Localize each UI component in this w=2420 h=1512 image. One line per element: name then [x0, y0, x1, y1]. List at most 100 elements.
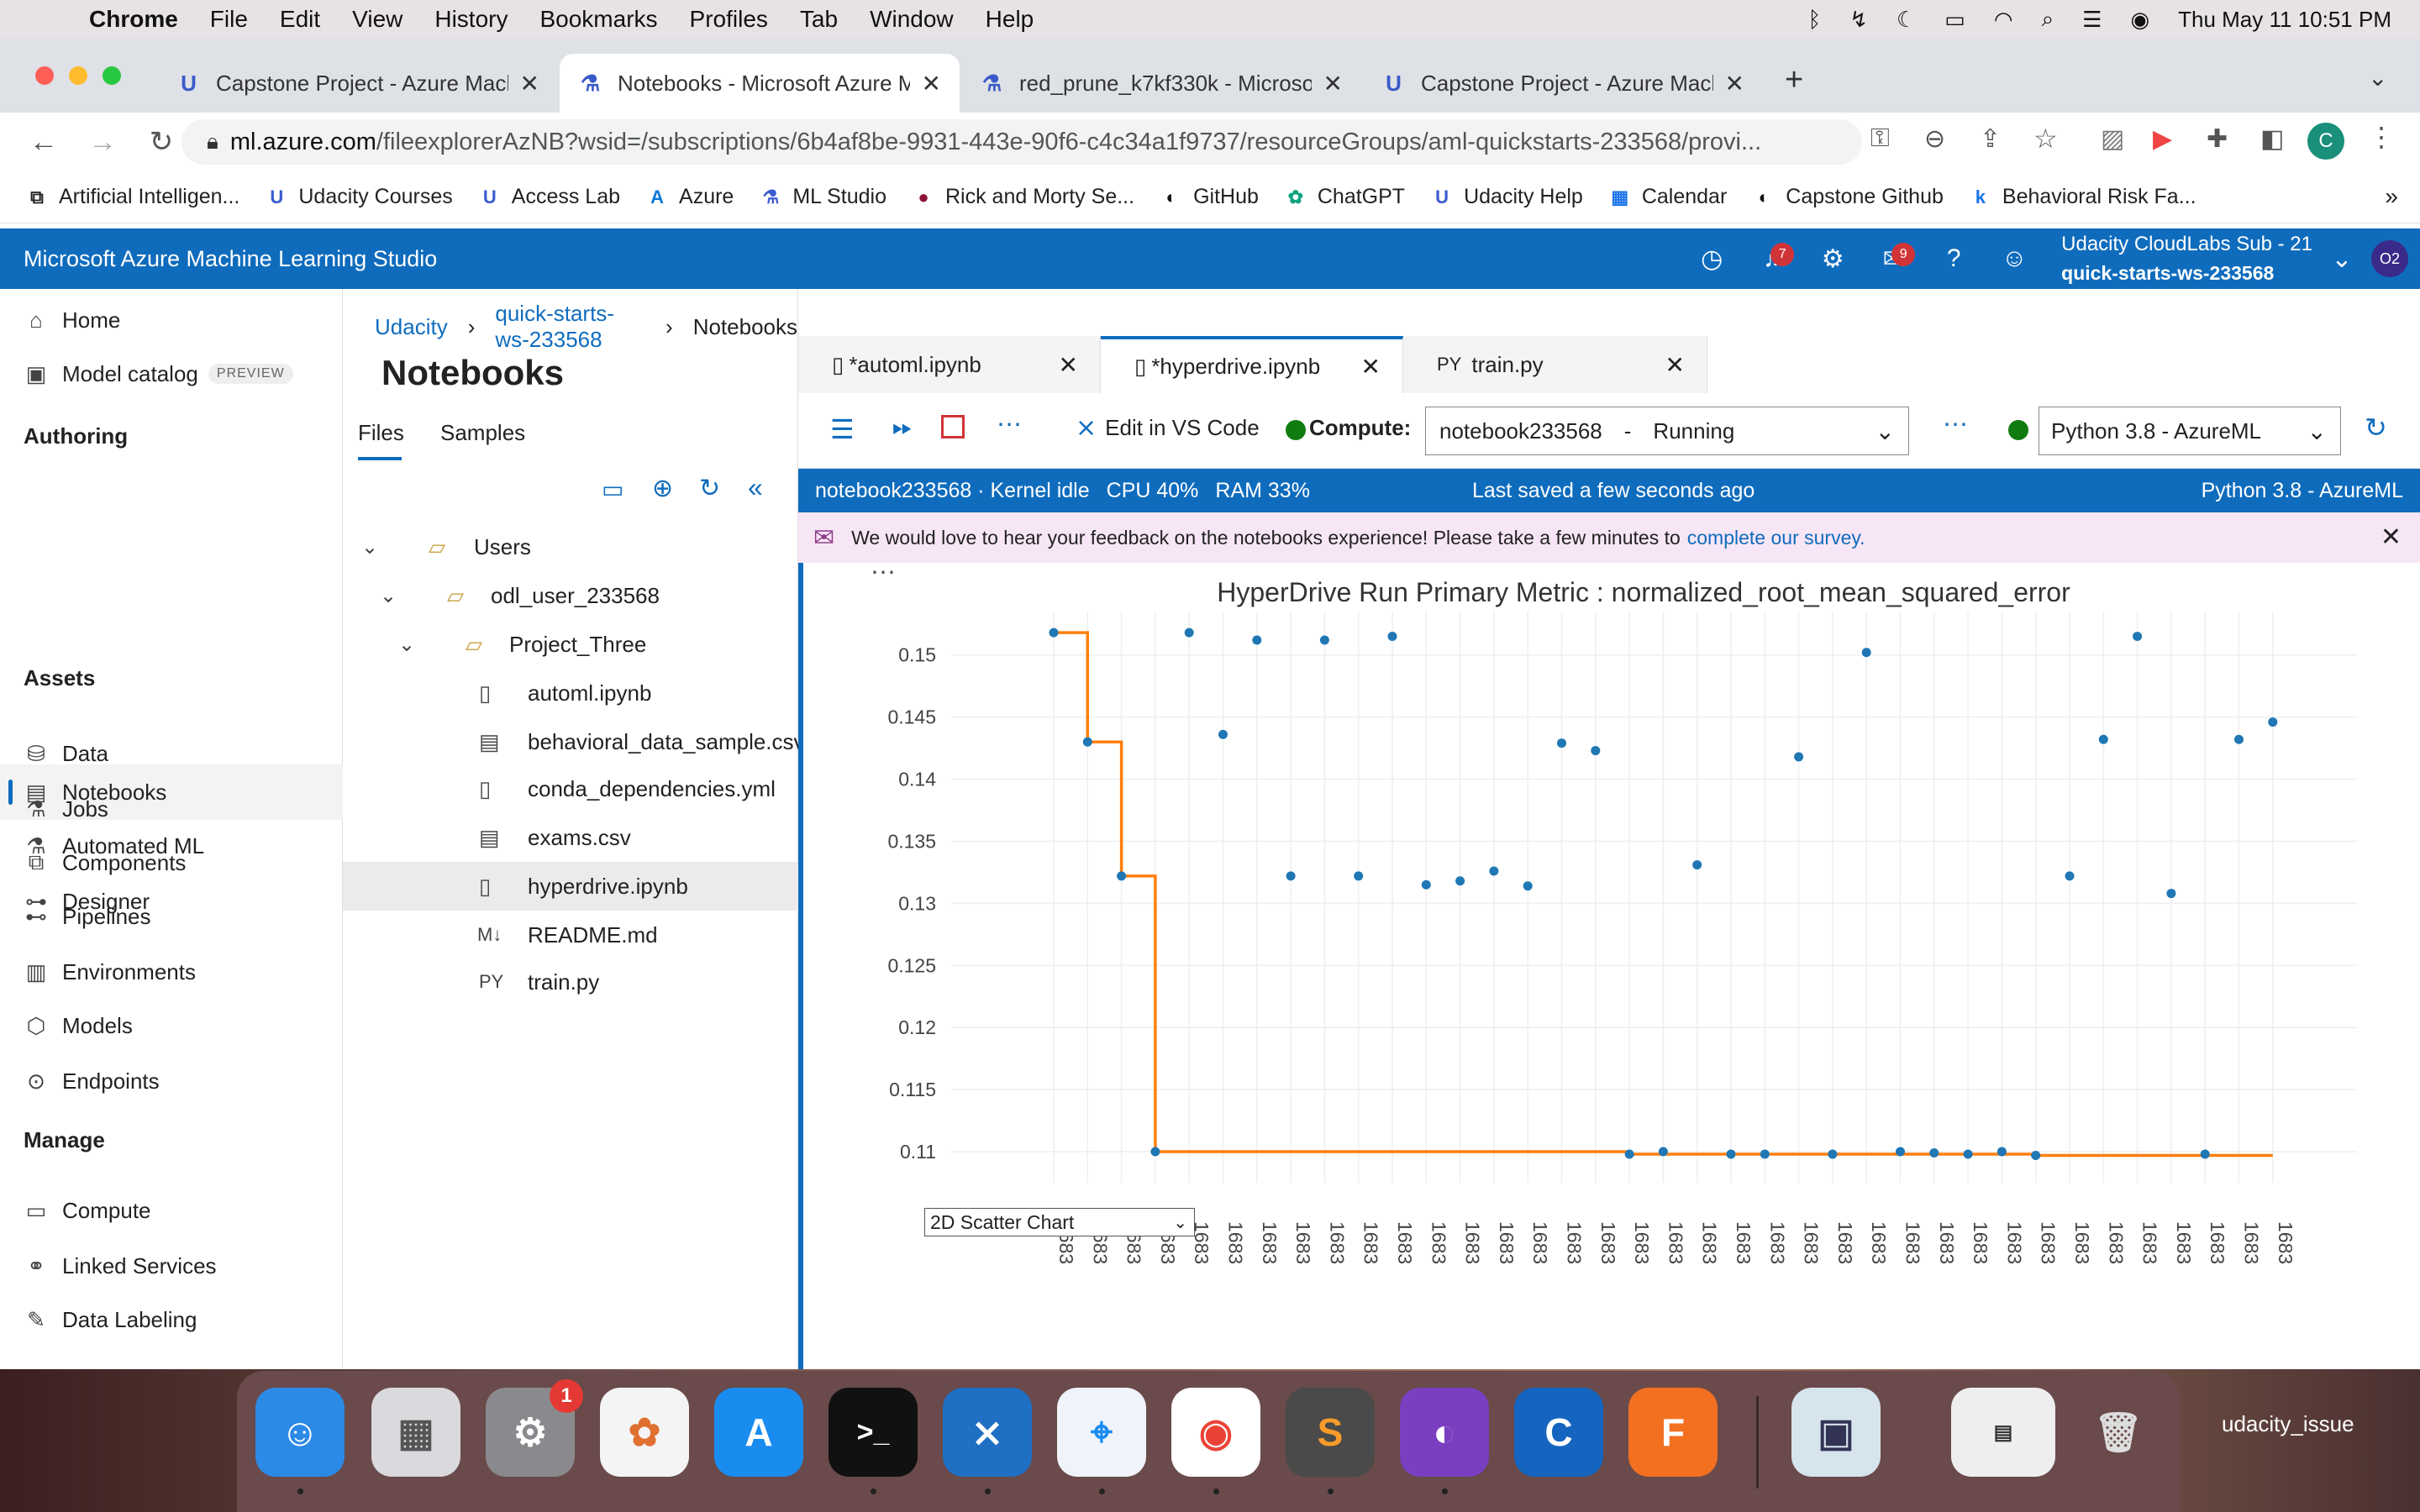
new-tab-plus-icon[interactable]: +: [1785, 62, 1803, 98]
menubar-app-name[interactable]: Chrome: [89, 6, 178, 33]
nav-jobs[interactable]: ⚗ Jobs: [24, 790, 108, 828]
bookmark-item[interactable]: ◐ Capstone Github: [1752, 185, 1944, 209]
nav-components[interactable]: ⧉ Components: [24, 843, 187, 882]
chart-type-select[interactable]: 2D Scatter Chart ⌄: [924, 1208, 1195, 1236]
close-icon[interactable]: ✕: [1361, 353, 1381, 381]
password-key-icon[interactable]: ⚿: [1870, 124, 1890, 153]
spotlight-search-icon[interactable]: ⌕: [2042, 6, 2054, 33]
finder-icon[interactable]: ☺: [255, 1388, 345, 1477]
bookmark-item[interactable]: ⧉ Artificial Intelligen...: [25, 185, 239, 209]
editor-tab-hyperdrive[interactable]: ▯ *hyperdrive.ipynb ✕: [1101, 336, 1403, 393]
bluetooth-icon[interactable]: ᛒ: [1808, 7, 1822, 33]
add-file-icon[interactable]: ⊕: [652, 474, 673, 503]
bookmark-star-icon[interactable]: ☆: [2033, 123, 2058, 155]
tree-file[interactable]: M↓ README.md: [343, 911, 798, 959]
nav-linked-services[interactable]: ⚭ Linked Services: [24, 1247, 216, 1285]
compute-select[interactable]: notebook233568 - Running ⌄: [1425, 407, 1909, 455]
terminal-icon[interactable]: >_: [829, 1388, 918, 1477]
menu-window[interactable]: Window: [870, 6, 954, 33]
launchpad-icon[interactable]: ▦: [371, 1388, 460, 1477]
safari-icon[interactable]: ⌖: [1057, 1388, 1146, 1477]
bookmark-item[interactable]: k Behavioral Risk Fa...: [1969, 185, 2196, 209]
screenshot-thumbnail[interactable]: ▤: [1951, 1388, 2055, 1477]
bookmark-item[interactable]: ⚗ ML Studio: [759, 185, 886, 209]
siri-icon[interactable]: ◉: [2130, 7, 2149, 33]
editor-tab-train[interactable]: PY train.py ✕: [1403, 336, 1707, 393]
tree-file[interactable]: ▤ behavioral_data_sample.csv: [343, 717, 805, 766]
vscode-icon[interactable]: ⨯: [943, 1388, 1032, 1477]
nav-model-catalog[interactable]: ▣ Model catalog PREVIEW: [24, 354, 293, 393]
user-avatar[interactable]: O2: [2371, 240, 2408, 277]
kernel-select[interactable]: Python 3.8 - AzureML ⌄: [2039, 407, 2341, 455]
bookmark-item[interactable]: A Azure: [645, 185, 734, 209]
bookmark-item[interactable]: U Access Lab: [478, 185, 620, 209]
bookmark-item[interactable]: U Udacity Courses: [265, 185, 452, 209]
refresh-icon[interactable]: ↻: [699, 474, 720, 503]
close-icon[interactable]: ✕: [1059, 351, 1078, 379]
tree-folder-users[interactable]: ⌄ ▱ Users: [343, 522, 798, 571]
tree-file[interactable]: ▤ exams.csv: [343, 813, 798, 862]
sublime-text-icon[interactable]: S: [1286, 1388, 1375, 1477]
close-icon[interactable]: ✕: [1665, 351, 1685, 379]
kebab-menu-icon[interactable]: ⋮: [2368, 121, 2395, 153]
new-terminal-icon[interactable]: ▭: [602, 475, 623, 503]
more-options-icon[interactable]: ⋯: [1943, 410, 1968, 439]
battery-icon[interactable]: ▭: [1944, 7, 1965, 33]
forward-arrow-icon[interactable]: →: [87, 126, 118, 159]
edit-in-vscode-button[interactable]: ⨯ Edit in VS Code: [1076, 413, 1260, 443]
nav-endpoints[interactable]: ⊙ Endpoints: [24, 1062, 160, 1100]
tree-folder-project[interactable]: ⌄ ▱ Project_Three: [343, 620, 798, 669]
stop-icon[interactable]: [941, 415, 965, 438]
browser-tab-3[interactable]: ⚗ red_prune_k7kf330k - Microso ✕: [961, 54, 1361, 113]
refresh-kernel-icon[interactable]: ↻: [2365, 412, 2387, 444]
more-options-icon[interactable]: ⋯: [997, 410, 1022, 439]
notifications-bell-icon[interactable]: ♫7: [1742, 243, 1802, 273]
account-chevron-down-icon[interactable]: ⌄: [2312, 244, 2371, 274]
studio-title[interactable]: Microsoft Azure Machine Learning Studio: [24, 246, 437, 272]
app-store-icon[interactable]: A: [714, 1388, 803, 1477]
control-center-icon[interactable]: ☰: [2082, 7, 2102, 33]
tree-file[interactable]: ▯ conda_dependencies.yml: [343, 764, 798, 813]
tree-file-selected[interactable]: ▯ hyperdrive.ipynb: [343, 862, 798, 911]
bookmark-item[interactable]: ▦ Calendar: [1608, 185, 1727, 209]
app-c-icon[interactable]: C: [1514, 1388, 1603, 1477]
extensions-puzzle-icon[interactable]: ✚: [2207, 124, 2228, 154]
nav-compute[interactable]: ▭ Compute: [24, 1191, 151, 1230]
collapse-pane-icon[interactable]: «: [748, 472, 763, 503]
tree-file[interactable]: PY train.py: [343, 958, 798, 1006]
menu-edit[interactable]: Edit: [280, 6, 320, 33]
nav-home[interactable]: ⌂ Home: [24, 301, 120, 339]
trash-icon[interactable]: 🗑︎: [2074, 1388, 2163, 1477]
menu-view[interactable]: View: [352, 6, 402, 33]
menu-tab[interactable]: Tab: [800, 6, 838, 33]
bookmark-item[interactable]: U Udacity Help: [1430, 185, 1583, 209]
account-switcher[interactable]: Udacity CloudLabs Sub - 21 quick-starts-…: [2061, 230, 2312, 288]
menu-file[interactable]: File: [210, 6, 248, 33]
breadcrumb-workspace[interactable]: quick-starts-ws-233568: [495, 301, 645, 353]
menu-lines-icon[interactable]: ☰: [830, 413, 855, 445]
browser-tab-1[interactable]: U Capstone Project - Azure Mach ✕: [158, 54, 558, 113]
feedback-smiley-icon[interactable]: ☺: [1984, 244, 2044, 273]
close-icon[interactable]: ✕: [520, 70, 539, 97]
fusion-360-icon[interactable]: F: [1628, 1388, 1718, 1477]
browser-tab-4[interactable]: U Capstone Project - Azure Mach ✕: [1363, 54, 1763, 113]
bookmark-item[interactable]: ◐ GitHub: [1160, 185, 1258, 209]
status-app-icon[interactable]: ↯: [1849, 7, 1868, 33]
tab-samples[interactable]: Samples: [440, 420, 525, 446]
close-icon[interactable]: ✕: [1323, 70, 1343, 97]
bookmark-item[interactable]: ✿ ChatGPT: [1284, 185, 1405, 209]
menubar-clock[interactable]: Thu May 11 10:51 PM: [2178, 7, 2391, 33]
nav-environments[interactable]: ▥ Environments: [24, 953, 196, 991]
announcement-megaphone-icon[interactable]: ✉9: [1863, 242, 1923, 274]
bookmark-item[interactable]: ● Rick and Morty Se...: [912, 185, 1134, 209]
photos-icon[interactable]: ✿: [600, 1388, 689, 1477]
preview-icon[interactable]: ▣: [1791, 1388, 1881, 1477]
tree-file[interactable]: ▯ automl.ipynb: [343, 669, 798, 717]
editor-tab-automl[interactable]: ▯ *automl.ipynb ✕: [798, 336, 1101, 393]
share-icon[interactable]: ⇪: [1980, 124, 2001, 154]
window-zoom-button[interactable]: [103, 66, 121, 85]
tab-search-chevron-icon[interactable]: ⌄: [2368, 64, 2387, 92]
close-icon[interactable]: ✕: [1725, 70, 1744, 97]
extension-icon[interactable]: ▨: [2101, 124, 2124, 154]
chrome-icon[interactable]: ◉: [1171, 1388, 1260, 1477]
